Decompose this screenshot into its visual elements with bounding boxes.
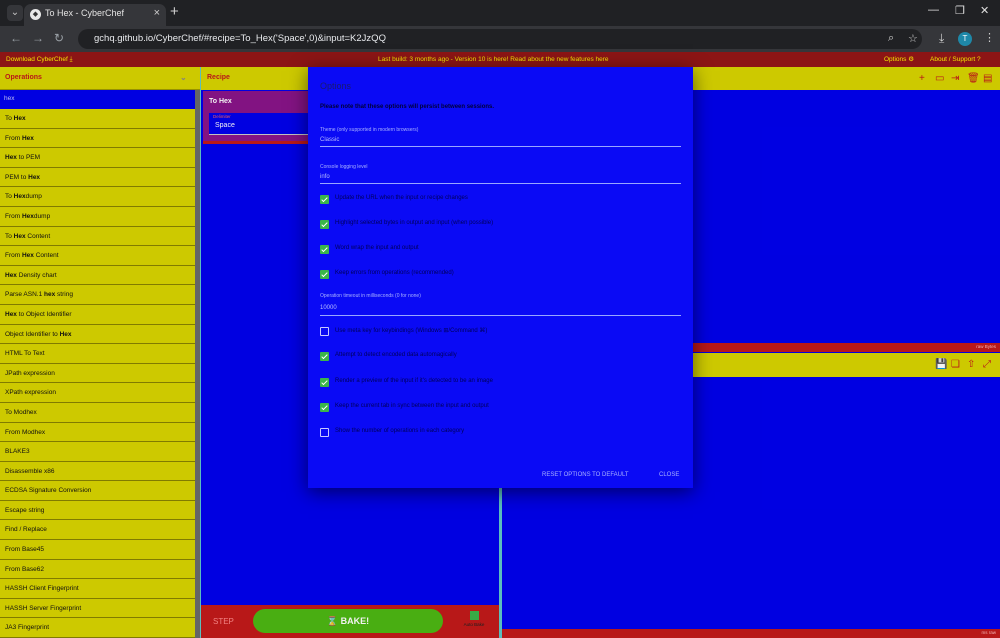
back-icon[interactable]: ← [10, 31, 22, 45]
option-checkbox-row[interactable]: Word wrap the input and output [320, 244, 681, 256]
help-icon: ? [976, 56, 981, 63]
checkbox[interactable] [320, 245, 329, 254]
new-tab-icon[interactable]: + [170, 3, 179, 20]
checkbox-label: Highlight selected bytes in output and i… [335, 220, 494, 226]
console-logging-value: info [320, 174, 330, 180]
timeout-input[interactable]: Operation timeout in milliseconds (0 for… [320, 293, 681, 316]
downloads-icon[interactable]: ⤓ [939, 31, 944, 46]
tab-title: To Hex - CyberChef [45, 8, 125, 18]
address-bar[interactable]: gchq.github.io/CyberChef/#recipe=To_Hex(… [78, 29, 922, 49]
options-label: Options [884, 56, 907, 63]
options-modal: Options Please note that these options w… [308, 67, 693, 488]
timeout-label: Operation timeout in milliseconds (0 for… [320, 293, 421, 299]
option-checkbox-row[interactable]: Attempt to detect encoded data automagic… [320, 351, 681, 363]
option-checkbox-row[interactable]: Show the number of operations in each ca… [320, 427, 681, 439]
checkbox[interactable] [320, 270, 329, 279]
minimize-icon[interactable]: — [928, 4, 939, 16]
checkbox-label: Keep errors from operations (recommended… [335, 270, 454, 276]
build-notice[interactable]: Last build: 3 months ago - Version 10 is… [378, 52, 609, 67]
checkbox[interactable] [320, 220, 329, 229]
checkbox[interactable] [320, 352, 329, 362]
gear-icon: ⚙ [908, 56, 915, 63]
checkbox-label: Update the URL when the input or recipe … [335, 195, 468, 201]
maximize-icon[interactable]: ❐ [955, 4, 965, 17]
reload-icon[interactable]: ↻ [54, 31, 64, 45]
options-button[interactable]: Options ⚙ [884, 52, 914, 67]
console-logging-select[interactable]: Console logging level info [320, 164, 681, 184]
forward-icon[interactable]: → [32, 31, 44, 45]
checkbox-label: Use meta key for keybindings (Windows ⊞/… [335, 328, 488, 334]
theme-select[interactable]: Theme (only supported in modern browsers… [320, 127, 681, 147]
checkbox[interactable] [320, 402, 329, 412]
checkbox[interactable] [320, 195, 329, 204]
top-banner: Download CyberChef ⤓ Last build: 3 month… [0, 52, 1000, 67]
theme-label: Theme (only supported in modern browsers… [320, 127, 419, 133]
zoom-icon[interactable]: ⌕ [888, 32, 894, 45]
reset-options-button[interactable]: RESET OPTIONS TO DEFAULT [542, 472, 629, 478]
option-checkbox-row[interactable]: Update the URL when the input or recipe … [320, 194, 681, 206]
theme-value: Classic [320, 137, 340, 143]
about-label: About / Support [930, 56, 976, 63]
checkbox-label: Show the number of operations in each ca… [335, 428, 465, 435]
cyberchef-favicon-icon: ◆ [30, 9, 41, 20]
download-icon: ⤓ [69, 56, 73, 63]
option-checkbox-row[interactable]: Use meta key for keybindings (Windows ⊞/… [320, 326, 681, 338]
profile-avatar[interactable]: T [958, 32, 972, 46]
url-text: gchq.github.io/CyberChef/#recipe=To_Hex(… [94, 33, 386, 44]
checkbox[interactable] [320, 377, 329, 387]
download-cyberchef-link[interactable]: Download CyberChef ⤓ [6, 52, 72, 67]
bookmark-star-icon[interactable]: ☆ [908, 32, 918, 45]
options-title: Options [320, 81, 352, 91]
timeout-value: 10000 [320, 305, 337, 311]
browser-tab[interactable]: ◆ To Hex - CyberChef × [24, 4, 166, 26]
option-checkbox-row[interactable]: Keep the current tab in sync between the… [320, 402, 681, 414]
checkbox-label: Attempt to detect encoded data automagic… [335, 352, 457, 359]
checkbox[interactable] [320, 327, 329, 336]
tab-close-icon[interactable]: × [154, 7, 160, 19]
checkbox-label: Keep the current tab in sync between the… [335, 402, 489, 409]
browser-toolbar: ← → ↻ gchq.github.io/CyberChef/#recipe=T… [0, 26, 1000, 52]
option-checkbox-row[interactable]: Highlight selected bytes in output and i… [320, 219, 681, 231]
download-label: Download CyberChef [6, 56, 68, 63]
about-support-button[interactable]: About / Support ? [930, 52, 981, 67]
checkbox-label: Word wrap the input and output [335, 245, 419, 251]
option-checkbox-row[interactable]: Keep errors from operations (recommended… [320, 269, 681, 281]
window-close-icon[interactable]: ✕ [980, 4, 989, 17]
tab-search-icon[interactable]: ⌄ [7, 5, 23, 21]
options-hint: Please note that these options will pers… [320, 104, 495, 110]
browser-tab-strip: ⌄ ◆ To Hex - CyberChef × + — ❐ ✕ [0, 0, 1000, 26]
option-checkbox-row[interactable]: Render a preview of the input if it's de… [320, 377, 681, 389]
console-logging-label: Console logging level [320, 164, 368, 170]
browser-menu-icon[interactable]: ⋮ [984, 31, 995, 44]
checkbox-label: Render a preview of the input if it's de… [335, 377, 493, 384]
close-options-button[interactable]: CLOSE [659, 472, 679, 478]
checkbox[interactable] [320, 428, 329, 438]
